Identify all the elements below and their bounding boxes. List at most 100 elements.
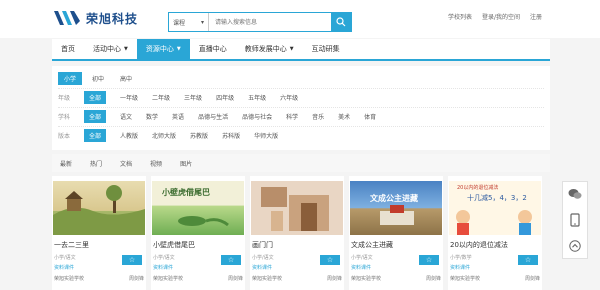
favorite-button[interactable]: ☆: [122, 255, 142, 265]
subject-option[interactable]: 英语: [172, 112, 184, 121]
grade-option[interactable]: 一年级: [120, 93, 138, 102]
filter-panel: 小学 初中 高中 年级 全部 一年级 二年级 三年级 四年级 五年级 六年级 学…: [52, 66, 550, 150]
grade-option[interactable]: 四年级: [216, 93, 234, 102]
card-tag[interactable]: 资料课件: [450, 264, 540, 271]
top-links: 学校列表 登录/我的空间 注册: [448, 12, 542, 21]
card-title[interactable]: 20以内的退位减法: [450, 240, 540, 250]
side-toolbar: [562, 181, 588, 259]
subject-option[interactable]: 美术: [338, 112, 350, 121]
search-bar: 课程 ▾: [168, 12, 352, 32]
card-school: 荣旭实验学校: [54, 276, 85, 282]
kids-illustration: [456, 210, 532, 235]
grade-option[interactable]: 六年级: [280, 93, 298, 102]
card-author: 周剑锋: [227, 276, 243, 282]
version-option[interactable]: 人教版: [120, 131, 138, 140]
nav-label: 互动研集: [311, 45, 340, 53]
version-option[interactable]: 苏科版: [222, 131, 240, 140]
chevron-down-icon: ▼: [124, 46, 128, 52]
nav-label: 直播中心: [198, 45, 227, 53]
resource-card[interactable]: 文成公主进藏 文成公主进藏 小学/语文 资料课件 荣旭实验学校 周剑锋 ☆: [349, 176, 443, 290]
tab-hot[interactable]: 热门: [90, 159, 102, 168]
grade-label: 年级: [58, 95, 71, 102]
card-title[interactable]: 画门门: [252, 240, 342, 250]
grade-option[interactable]: 全部: [84, 91, 107, 104]
card-thumbnail[interactable]: 20以内的退位减法 十几减5，4，3，2: [449, 181, 541, 235]
version-option[interactable]: 全部: [84, 129, 107, 142]
grade-option[interactable]: 五年级: [248, 93, 266, 102]
nav-live-center[interactable]: 直播中心: [190, 39, 236, 59]
link-login[interactable]: 登录/我的空间: [482, 12, 520, 21]
tab-latest[interactable]: 最新: [60, 159, 72, 168]
nav-interactive[interactable]: 互动研集: [303, 39, 349, 59]
subject-option[interactable]: 数学: [146, 112, 158, 121]
chevron-down-icon: ▼: [289, 46, 294, 52]
link-school-list[interactable]: 学校列表: [448, 12, 472, 21]
nav-resource-center[interactable]: 资源中心 ▼: [136, 39, 190, 59]
favorite-button[interactable]: ☆: [419, 255, 439, 265]
version-option[interactable]: 华师大版: [254, 131, 278, 140]
search-type-label: 课程: [173, 19, 186, 27]
subject-option[interactable]: 体育: [364, 112, 376, 121]
card-footer: 荣旭实验学校 周剑锋: [450, 275, 540, 282]
card-footer: 荣旭实验学校 周剑锋: [54, 275, 144, 282]
subject-option[interactable]: 品德与生活: [198, 112, 228, 121]
tab-images[interactable]: 图片: [180, 159, 192, 168]
subject-option[interactable]: 全部: [84, 110, 107, 123]
wechat-icon[interactable]: [568, 188, 582, 200]
card-thumbnail[interactable]: 文成公主进藏: [350, 181, 442, 235]
nav-home[interactable]: 首页: [52, 39, 84, 59]
resource-card[interactable]: 小壁虎借尾巴 小壁虎借尾巴 小学/语文 资料课件 荣旭实验学校 周剑锋 ☆: [151, 176, 245, 290]
level-junior[interactable]: 初中: [86, 72, 110, 85]
tab-videos[interactable]: 视频: [150, 159, 162, 168]
search-type-select[interactable]: 课程 ▾: [169, 13, 209, 31]
nav-label: 教师发展中心: [244, 45, 287, 53]
card-tag[interactable]: 资料课件: [54, 264, 144, 271]
search-button[interactable]: [331, 13, 351, 31]
search-icon: [336, 17, 346, 27]
back-to-top-icon[interactable]: [569, 239, 581, 252]
resource-card[interactable]: 20以内的退位减法 十几减5，4，3，2 20以内的退位减法 小学/数学 资料课…: [448, 176, 542, 290]
card-title[interactable]: 小壁虎借尾巴: [153, 240, 243, 250]
star-icon: ☆: [227, 256, 235, 264]
subject-option[interactable]: 语文: [120, 112, 132, 121]
subject-option[interactable]: 音乐: [312, 112, 324, 121]
favorite-button[interactable]: ☆: [320, 255, 340, 265]
favorite-button[interactable]: ☆: [221, 255, 241, 265]
nav-activity-center[interactable]: 活动中心 ▼: [84, 39, 137, 59]
card-footer: 荣旭实验学校 周剑锋: [252, 275, 342, 282]
level-primary[interactable]: 小学: [58, 72, 83, 85]
version-option[interactable]: 苏教版: [190, 131, 208, 140]
card-title[interactable]: 一去二三里: [54, 240, 144, 250]
grade-option[interactable]: 二年级: [152, 93, 170, 102]
card-footer: 荣旭实验学校 周剑锋: [351, 275, 441, 282]
card-thumbnail[interactable]: [53, 181, 145, 235]
palace-illustration: [380, 205, 414, 225]
subject-filter-row: 学科 全部 语文 数学 英语 品德与生活 品德与社会 科学 音乐 美术 体育: [58, 107, 544, 125]
mobile-icon[interactable]: [570, 213, 580, 227]
card-tag[interactable]: 资料课件: [252, 264, 342, 271]
door-illustration: [261, 187, 329, 231]
card-thumbnail[interactable]: [251, 181, 343, 235]
gecko-illustration: [178, 216, 229, 227]
card-footer: 荣旭实验学校 周剑锋: [153, 275, 243, 282]
card-tag[interactable]: 资料课件: [153, 264, 243, 271]
card-tag[interactable]: 资料课件: [351, 264, 441, 271]
search-input[interactable]: [209, 13, 331, 31]
tab-documents[interactable]: 文档: [120, 159, 132, 168]
resource-grid: 一去二三里 小学/语文 资料课件 荣旭实验学校 周剑锋 ☆ 小壁虎借尾巴 小壁虎…: [52, 176, 550, 290]
favorite-button[interactable]: ☆: [518, 255, 538, 265]
link-register[interactable]: 注册: [530, 12, 542, 21]
nav-teacher-dev[interactable]: 教师发展中心 ▼: [236, 39, 303, 59]
version-option[interactable]: 北师大版: [152, 131, 176, 140]
subject-option[interactable]: 品德与社会: [242, 112, 272, 121]
resource-card[interactable]: 一去二三里 小学/语文 资料课件 荣旭实验学校 周剑锋 ☆: [52, 176, 146, 290]
grade-option[interactable]: 三年级: [184, 93, 202, 102]
star-icon: ☆: [128, 256, 136, 264]
site-logo[interactable]: 荣旭科技: [52, 7, 138, 29]
level-senior[interactable]: 高中: [114, 72, 138, 85]
resource-card[interactable]: 画门门 小学/语文 资料课件 荣旭实验学校 周剑锋 ☆: [250, 176, 344, 290]
subject-option[interactable]: 科学: [286, 112, 298, 121]
card-thumbnail[interactable]: 小壁虎借尾巴: [152, 181, 244, 235]
subject-label: 学科: [58, 114, 71, 121]
card-title[interactable]: 文成公主进藏: [351, 240, 441, 250]
